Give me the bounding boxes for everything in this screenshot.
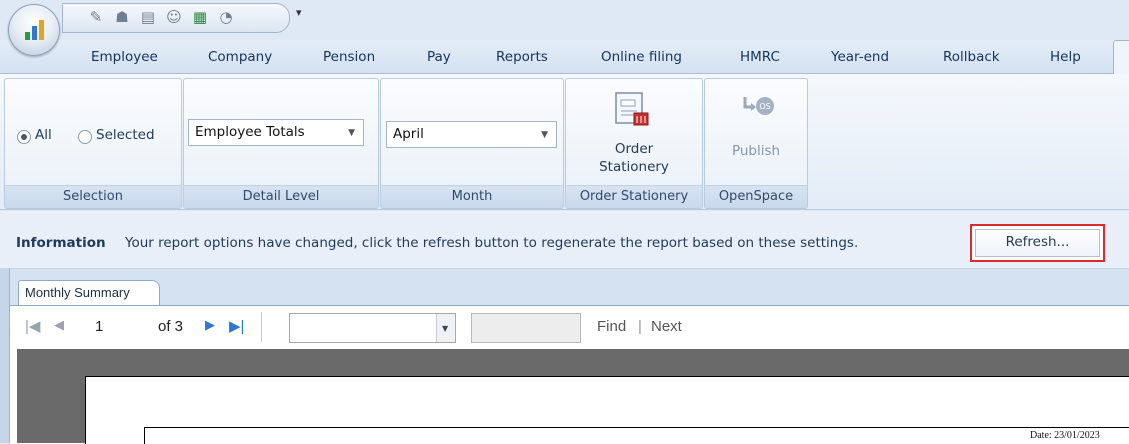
next-page-icon[interactable]: ▶ (205, 317, 215, 333)
menu-company[interactable]: Company (208, 49, 272, 65)
page-count: of 3 (158, 318, 184, 335)
detail-level-group: Employee Totals ▼ Detail Level (183, 78, 379, 209)
detail-level-dropdown[interactable]: Employee Totals ▼ (188, 119, 364, 146)
menu-online-filing[interactable]: Online filing (601, 49, 682, 65)
ribbon: All Selected Selection Employee Totals ▼… (0, 74, 1129, 210)
next-link[interactable]: Next (651, 318, 682, 335)
stationery-label: Stationery (599, 159, 669, 175)
menu-help[interactable]: Help (1050, 49, 1081, 65)
ribbon-minimize-tab[interactable] (1113, 40, 1129, 75)
order-label: Order (614, 141, 654, 157)
find-input[interactable] (471, 313, 581, 343)
information-message: Your report options have changed, click … (125, 235, 859, 251)
first-page-icon[interactable]: |◀ (25, 317, 40, 335)
detail-level-group-label: Detail Level (184, 185, 378, 208)
clock-icon[interactable]: ◔ (217, 8, 235, 26)
report-date: Date: 23/01/2023 (1030, 430, 1100, 441)
find-separator: | (638, 318, 642, 335)
report-toolbar: |◀ ◀ 1 of 3 ▶ ▶| ▼ Find | Next (11, 306, 1129, 348)
publish-label: Publish (731, 143, 781, 159)
refresh-highlight: Refresh... (970, 224, 1105, 262)
month-group-label: Month (381, 185, 563, 208)
edit-icon[interactable]: ✎ (87, 8, 105, 26)
order-stationery-button[interactable]: Order Stationery (566, 79, 702, 184)
toolbar-divider (261, 312, 262, 342)
person-icon[interactable]: ☗ (113, 8, 131, 26)
left-panel-strip (0, 269, 10, 443)
customize-toolbar-icon[interactable]: ▾ (296, 6, 302, 19)
publish-button[interactable]: OS Publish (705, 79, 807, 184)
report-frame (144, 427, 1129, 444)
all-label[interactable]: All (35, 127, 52, 143)
selected-radio[interactable] (78, 130, 92, 144)
menu-employee[interactable]: Employee (91, 49, 158, 65)
publish-icon: OS (743, 97, 774, 115)
information-bar: Information Your report options have cha… (0, 211, 1129, 269)
openspace-group: OS Publish OpenSpace (704, 78, 808, 209)
tab-monthly-summary[interactable]: Monthly Summary (18, 280, 160, 305)
zoom-dropdown[interactable]: ▼ (289, 313, 456, 343)
order-stationery-group-label: Order Stationery (566, 185, 702, 208)
order-stationery-group: Order Stationery Order Stationery (565, 78, 703, 209)
app-menu-orb-button[interactable] (8, 4, 60, 56)
selection-group: All Selected Selection (4, 78, 182, 209)
month-value: April (393, 126, 424, 142)
people-icon[interactable]: ☺ (165, 8, 183, 26)
document-icon[interactable]: ▤ (139, 8, 157, 26)
stationery-icon (615, 92, 649, 126)
menu-pension[interactable]: Pension (323, 49, 375, 65)
information-title: Information (16, 235, 106, 251)
menu-bar: Employee Company Pension Pay Reports Onl… (0, 40, 1129, 74)
all-radio[interactable] (17, 130, 31, 144)
find-link[interactable]: Find (597, 318, 626, 335)
calculator-icon[interactable]: ▦ (191, 8, 209, 26)
refresh-button[interactable]: Refresh... (975, 229, 1100, 257)
month-group: April ▼ Month (380, 78, 564, 209)
menu-hmrc[interactable]: HMRC (740, 49, 780, 65)
month-dropdown[interactable]: April ▼ (386, 121, 557, 148)
menu-reports[interactable]: Reports (496, 49, 548, 65)
previous-page-icon[interactable]: ◀ (54, 317, 64, 333)
quick-access-toolbar: ✎ ☗ ▤ ☺ ▦ ◔ (62, 3, 290, 33)
menu-rollback[interactable]: Rollback (943, 49, 1000, 65)
chevron-down-icon[interactable]: ▼ (436, 314, 455, 342)
chevron-down-icon: ▼ (541, 130, 548, 140)
page-number-input[interactable]: 1 (95, 318, 103, 335)
svg-text:OS: OS (759, 102, 770, 111)
chevron-down-icon: ▼ (348, 128, 355, 138)
tab-label: Monthly Summary (25, 285, 130, 300)
openspace-group-label: OpenSpace (705, 185, 807, 208)
selection-group-label: Selection (5, 185, 181, 208)
menu-pay[interactable]: Pay (427, 49, 451, 65)
selected-label[interactable]: Selected (96, 127, 155, 143)
detail-level-value: Employee Totals (195, 124, 305, 140)
last-page-icon[interactable]: ▶| (229, 317, 244, 335)
menu-year-end[interactable]: Year-end (831, 49, 889, 65)
